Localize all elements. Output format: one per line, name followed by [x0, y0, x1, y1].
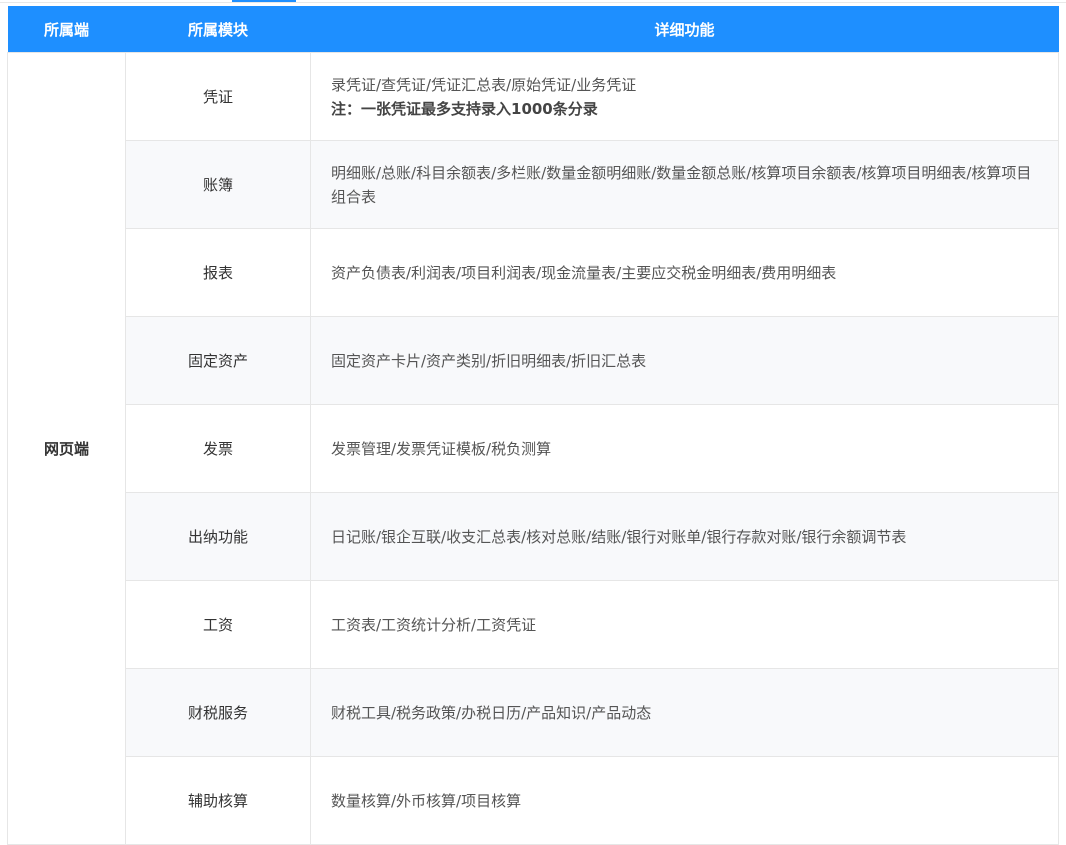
table-row: 出纳功能 日记账/银企互联/收支汇总表/核对总账/结账/银行对账单/银行存款对账…: [8, 492, 1059, 581]
detail-cell: 数量核算/外币核算/项目核算: [310, 756, 1059, 845]
header-module: 所属模块: [125, 6, 311, 53]
detail-cell: 财税工具/税务政策/办税日历/产品知识/产品动态: [310, 668, 1059, 757]
client-cell: 网页端: [7, 52, 126, 845]
table-row: 工资 工资表/工资统计分析/工资凭证: [8, 580, 1059, 669]
detail-cell: 资产负债表/利润表/项目利润表/现金流量表/主要应交税金明细表/费用明细表: [310, 228, 1059, 317]
table-row: 发票 发票管理/发票凭证模板/税负测算: [8, 404, 1059, 493]
module-cell: 出纳功能: [125, 492, 311, 581]
tab-divider: [0, 2, 1066, 3]
table-row: 固定资产 固定资产卡片/资产类别/折旧明细表/折旧汇总表: [8, 316, 1059, 405]
detail-cell: 录凭证/查凭证/凭证汇总表/原始凭证/业务凭证 注：一张凭证最多支持录入1000…: [310, 52, 1059, 141]
module-cell: 固定资产: [125, 316, 311, 405]
detail-cell: 固定资产卡片/资产类别/折旧明细表/折旧汇总表: [310, 316, 1059, 405]
table-row: 报表 资产负债表/利润表/项目利润表/现金流量表/主要应交税金明细表/费用明细表: [8, 228, 1059, 317]
table-row: 账簿 明细账/总账/科目余额表/多栏账/数量金额明细账/数量金额总账/核算项目余…: [8, 140, 1059, 229]
module-cell: 财税服务: [125, 668, 311, 757]
detail-cell: 工资表/工资统计分析/工资凭证: [310, 580, 1059, 669]
module-cell: 报表: [125, 228, 311, 317]
table-header-row: 所属端 所属模块 详细功能: [7, 6, 1059, 53]
detail-cell: 日记账/银企互联/收支汇总表/核对总账/结账/银行对账单/银行存款对账/银行余额…: [310, 492, 1059, 581]
detail-note: 注：一张凭证最多支持录入1000条分录: [331, 99, 598, 118]
module-cell: 账簿: [125, 140, 311, 229]
feature-table: 所属端 所属模块 详细功能 网页端 凭证 录凭证/查凭证/凭证汇总表/原始凭证/…: [7, 6, 1059, 845]
module-cell: 凭证: [125, 52, 311, 141]
header-client: 所属端: [7, 6, 126, 53]
module-cell: 发票: [125, 404, 311, 493]
table-row: 财税服务 财税工具/税务政策/办税日历/产品知识/产品动态: [8, 668, 1059, 757]
module-cell: 辅助核算: [125, 756, 311, 845]
module-cell: 工资: [125, 580, 311, 669]
header-detail: 详细功能: [310, 6, 1059, 53]
table-row: 辅助核算 数量核算/外币核算/项目核算: [8, 756, 1059, 845]
table-row: 网页端 凭证 录凭证/查凭证/凭证汇总表/原始凭证/业务凭证 注：一张凭证最多支…: [7, 52, 1059, 845]
detail-cell: 明细账/总账/科目余额表/多栏账/数量金额明细账/数量金额总账/核算项目余额表/…: [310, 140, 1059, 229]
detail-cell: 发票管理/发票凭证模板/税负测算: [310, 404, 1059, 493]
detail-text: 录凭证/查凭证/凭证汇总表/原始凭证/业务凭证: [331, 75, 637, 94]
